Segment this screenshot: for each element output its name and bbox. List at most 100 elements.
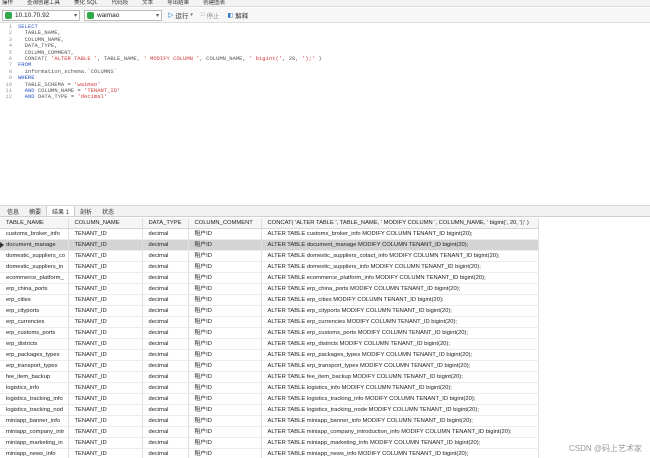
table-cell[interactable]: ALTER TABLE logistics_info MODIFY COLUMN… [261,382,539,395]
table-cell[interactable]: TENANT_ID [68,415,143,428]
table-cell[interactable]: ALTER TABLE document_manage MODIFY COLUM… [261,239,539,252]
result-grid[interactable]: TABLE_NAME COLUMN_NAME DATA_TYPE COLUMN_COM… [0,218,650,458]
table-cell[interactable]: ALTER TABLE erp_customs_ports MODIFY COL… [261,327,539,340]
table-cell[interactable]: ALTER TABLE erp_transport_types MODIFY C… [261,360,539,373]
tab-result[interactable]: 状态 [97,206,119,216]
table-cell[interactable]: 租户ID [188,228,262,241]
table-cell[interactable]: TENANT_ID [68,393,143,406]
run-button[interactable]: ▷ 运行 ▾ [166,10,195,20]
table-cell[interactable]: ALTER TABLE ecommerce_platform_info MODI… [261,272,539,285]
table-cell[interactable]: ALTER TABLE logistics_tracking_node MODI… [261,404,539,417]
table-cell[interactable]: TENANT_ID [68,239,143,252]
tab-result[interactable]: 剖析 [75,206,97,216]
table-cell[interactable]: 租户ID [188,283,262,296]
table-cell[interactable]: TENANT_ID [68,338,143,351]
table-cell[interactable]: decimal [142,426,189,439]
table-cell[interactable]: 租户ID [188,316,262,329]
table-cell[interactable]: miniapp_company_intr [0,426,69,439]
table-cell[interactable]: domestic_suppliers_in [0,261,69,274]
table-row[interactable]: customs_broker_info TENANT_ID decimal 租户ID A… [0,228,539,241]
table-cell[interactable]: ALTER TABLE miniapp_banner_info MODIFY C… [261,415,539,428]
table-cell[interactable]: TENANT_ID [68,448,143,458]
table-cell[interactable]: customs_broker_info [0,228,69,241]
table-cell[interactable]: ALTER TABLE erp_districts MODIFY COLUMN … [261,338,539,351]
table-cell[interactable]: 租户ID [188,404,262,417]
table-cell[interactable]: ALTER TABLE miniapp_news_info MODIFY COL… [261,448,539,458]
table-cell[interactable]: ALTER TABLE erp_cityports MODIFY COLUMN … [261,305,539,318]
table-cell[interactable]: ALTER TABLE domestic_suppliers_info MODI… [261,261,539,274]
table-cell[interactable]: TENANT_ID [68,228,143,241]
table-cell[interactable]: 租户ID [188,349,262,362]
table-row[interactable]: erp_customs_ports TENANT_ID decimal 租户ID ALT… [0,327,539,340]
table-cell[interactable]: 租户ID [188,437,262,450]
table-row[interactable]: erp_packages_types TENANT_ID decimal 租户ID AL… [0,349,539,362]
table-cell[interactable]: TENANT_ID [68,305,143,318]
table-cell[interactable]: decimal [142,393,189,406]
table-cell[interactable]: decimal [142,371,189,384]
toolbar-item[interactable]: 文本 [142,0,153,6]
column-header[interactable]: TABLE_NAME [0,218,69,230]
table-cell[interactable]: decimal [142,448,189,458]
table-cell[interactable]: TENANT_ID [68,426,143,439]
table-cell[interactable]: decimal [142,228,189,241]
table-row[interactable]: ecommerce_platform_ TENANT_ID decimal 租户ID A… [0,272,539,285]
column-header[interactable]: COLUMN_NAME [68,218,143,230]
table-cell[interactable]: 租户ID [188,239,262,252]
table-cell[interactable]: domestic_suppliers_co [0,250,69,263]
table-cell[interactable]: miniapp_marketing_in [0,437,69,450]
toolbar-item[interactable]: 导出结果 [167,0,189,6]
table-cell[interactable]: 租户ID [188,272,262,285]
table-cell[interactable]: erp_cities [0,294,69,307]
table-cell[interactable]: TENANT_ID [68,250,143,263]
table-cell[interactable]: decimal [142,327,189,340]
table-cell[interactable]: 租户ID [188,294,262,307]
table-cell[interactable]: TENANT_ID [68,283,143,296]
tab-result[interactable]: 信息 [2,206,24,216]
table-cell[interactable]: 租户ID [188,382,262,395]
toolbar-item[interactable]: 创建图表 [203,0,225,6]
table-row[interactable]: erp_cities TENANT_ID decimal 租户ID ALTER TABL… [0,294,539,307]
table-cell[interactable]: ALTER TABLE logistics_tracking_info MODI… [261,393,539,406]
table-cell[interactable]: fee_item_backup [0,371,69,384]
table-cell[interactable]: erp_districts [0,338,69,351]
table-cell[interactable]: ALTER TABLE erp_packages_types MODIFY CO… [261,349,539,362]
table-cell[interactable]: decimal [142,305,189,318]
table-row[interactable]: miniapp_banner_info TENANT_ID decimal 租户ID A… [0,415,539,428]
column-header[interactable]: COLUMN_COMMENT [188,218,262,230]
table-row[interactable]: logistics_tracking_nod TENANT_ID decimal 租户… [0,404,539,417]
table-cell[interactable]: TENANT_ID [68,327,143,340]
table-cell[interactable]: erp_customs_ports [0,327,69,340]
table-cell[interactable]: TENANT_ID [68,371,143,384]
table-row[interactable]: document_manage TENANT_ID decimal 租户ID ALTER… [0,239,539,252]
table-cell[interactable]: ALTER TABLE erp_cities MODIFY COLUMN TEN… [261,294,539,307]
table-cell[interactable]: 租户ID [188,250,262,263]
table-cell[interactable]: ALTER TABLE miniapp_company_introduction… [261,426,539,439]
table-row[interactable]: miniapp_news_info TENANT_ID decimal 租户ID ALT… [0,448,539,458]
stop-button[interactable]: □ 停止 [199,10,222,20]
table-cell[interactable]: TENANT_ID [68,404,143,417]
table-cell[interactable]: decimal [142,272,189,285]
toolbar-item[interactable]: 操作 [2,0,13,6]
column-header[interactable]: CONCAT( 'ALTER TABLE ', TABLE_NAME, ' MO… [261,218,539,230]
table-cell[interactable]: miniapp_banner_info [0,415,69,428]
table-cell[interactable]: TENANT_ID [68,316,143,329]
table-row[interactable]: miniapp_company_intr TENANT_ID decimal 租户ID… [0,426,539,439]
table-cell[interactable]: logistics_tracking_nod [0,404,69,417]
table-cell[interactable]: ALTER TABLE customs_broker_info MODIFY C… [261,228,539,241]
table-cell[interactable]: miniapp_news_info [0,448,69,458]
table-row[interactable]: erp_transport_types TENANT_ID decimal 租户ID A… [0,360,539,373]
table-cell[interactable]: 租户ID [188,338,262,351]
table-cell[interactable]: erp_transport_types [0,360,69,373]
table-cell[interactable]: decimal [142,415,189,428]
table-cell[interactable]: decimal [142,349,189,362]
table-row[interactable]: domestic_suppliers_co TENANT_ID decimal 租户I… [0,250,539,263]
table-cell[interactable]: 租户ID [188,371,262,384]
toolbar-item[interactable]: 代码段 [112,0,129,6]
table-cell[interactable]: 租户ID [188,261,262,274]
table-cell[interactable]: erp_currencies [0,316,69,329]
table-cell[interactable]: decimal [142,261,189,274]
table-cell[interactable]: erp_china_ports [0,283,69,296]
table-cell[interactable]: 租户ID [188,305,262,318]
table-cell[interactable]: 租户ID [188,393,262,406]
connection-select[interactable]: 10.10.70.92 ▾ [2,9,80,21]
